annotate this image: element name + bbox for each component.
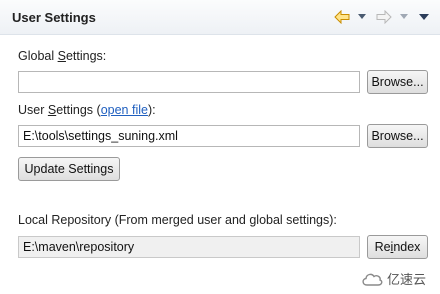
cloud-logo-icon (362, 273, 383, 286)
view-menu-icon[interactable] (419, 9, 429, 25)
view-title: User Settings (12, 10, 96, 25)
back-history-dropdown-icon[interactable] (358, 9, 366, 25)
global-settings-label: Global Settings: (18, 49, 107, 63)
global-browse-button[interactable]: Browse... (367, 70, 428, 94)
reindex-button[interactable]: Re i ndex (367, 235, 428, 259)
forward-arrow-icon[interactable] (376, 9, 392, 25)
watermark: 亿速云 (361, 269, 426, 288)
open-file-link[interactable]: open file (101, 103, 148, 117)
user-settings-label: User Settings (open file): (18, 103, 156, 117)
forward-history-dropdown-icon[interactable] (400, 9, 408, 25)
update-settings-button[interactable]: Update Settings (18, 157, 120, 181)
user-settings-field[interactable] (18, 125, 360, 147)
watermark-text: 亿速云 (386, 272, 426, 287)
local-repository-label: Local Repository (From merged user and g… (18, 213, 337, 227)
back-arrow-icon[interactable] (334, 9, 350, 25)
global-settings-field[interactable] (18, 71, 360, 93)
view-header: User Settings (0, 0, 440, 35)
user-browse-button[interactable]: Browse... (367, 124, 428, 148)
local-repository-field[interactable] (18, 236, 360, 258)
